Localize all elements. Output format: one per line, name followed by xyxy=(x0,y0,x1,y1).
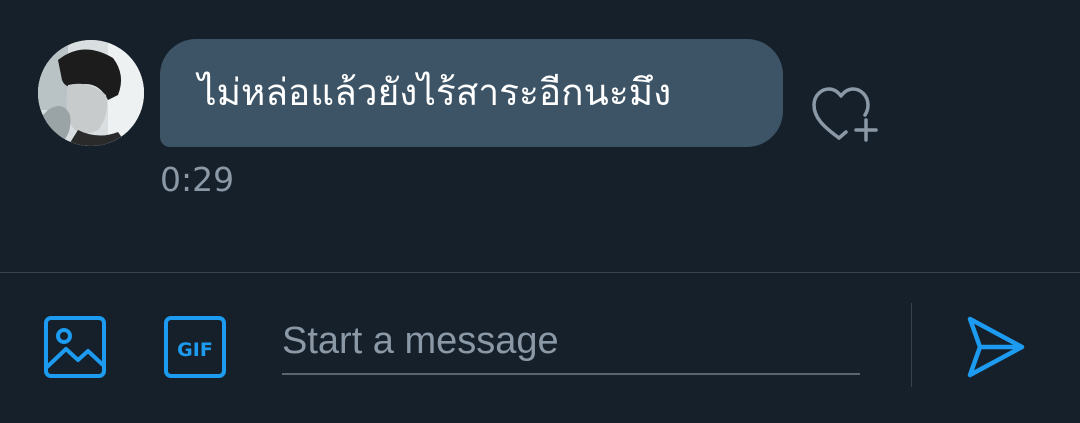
gif-label: GIF xyxy=(177,339,213,361)
send-divider xyxy=(911,303,912,387)
image-icon xyxy=(44,316,106,378)
message-input[interactable] xyxy=(282,309,860,375)
send-icon xyxy=(967,316,1025,378)
add-media-button[interactable] xyxy=(42,315,108,379)
avatar[interactable] xyxy=(38,40,144,146)
add-gif-button[interactable]: GIF xyxy=(162,315,228,379)
message-timestamp: 0:29 xyxy=(160,160,235,199)
add-reaction-button[interactable] xyxy=(806,80,882,146)
heart-plus-icon xyxy=(812,87,878,142)
avatar-photo xyxy=(38,40,144,146)
message-composer: GIF xyxy=(0,273,1080,423)
dm-conversation: ไม่หล่อแล้วยังไร้สาระอีกนะมึง 0:29 GIF xyxy=(0,0,1080,423)
message-text: ไม่หล่อแล้วยังไร้สาระอีกนะมึง xyxy=(198,71,672,114)
send-button[interactable] xyxy=(962,315,1028,379)
gif-icon: GIF xyxy=(164,316,226,378)
message-bubble[interactable]: ไม่หล่อแล้วยังไร้สาระอีกนะมึง xyxy=(160,39,783,147)
